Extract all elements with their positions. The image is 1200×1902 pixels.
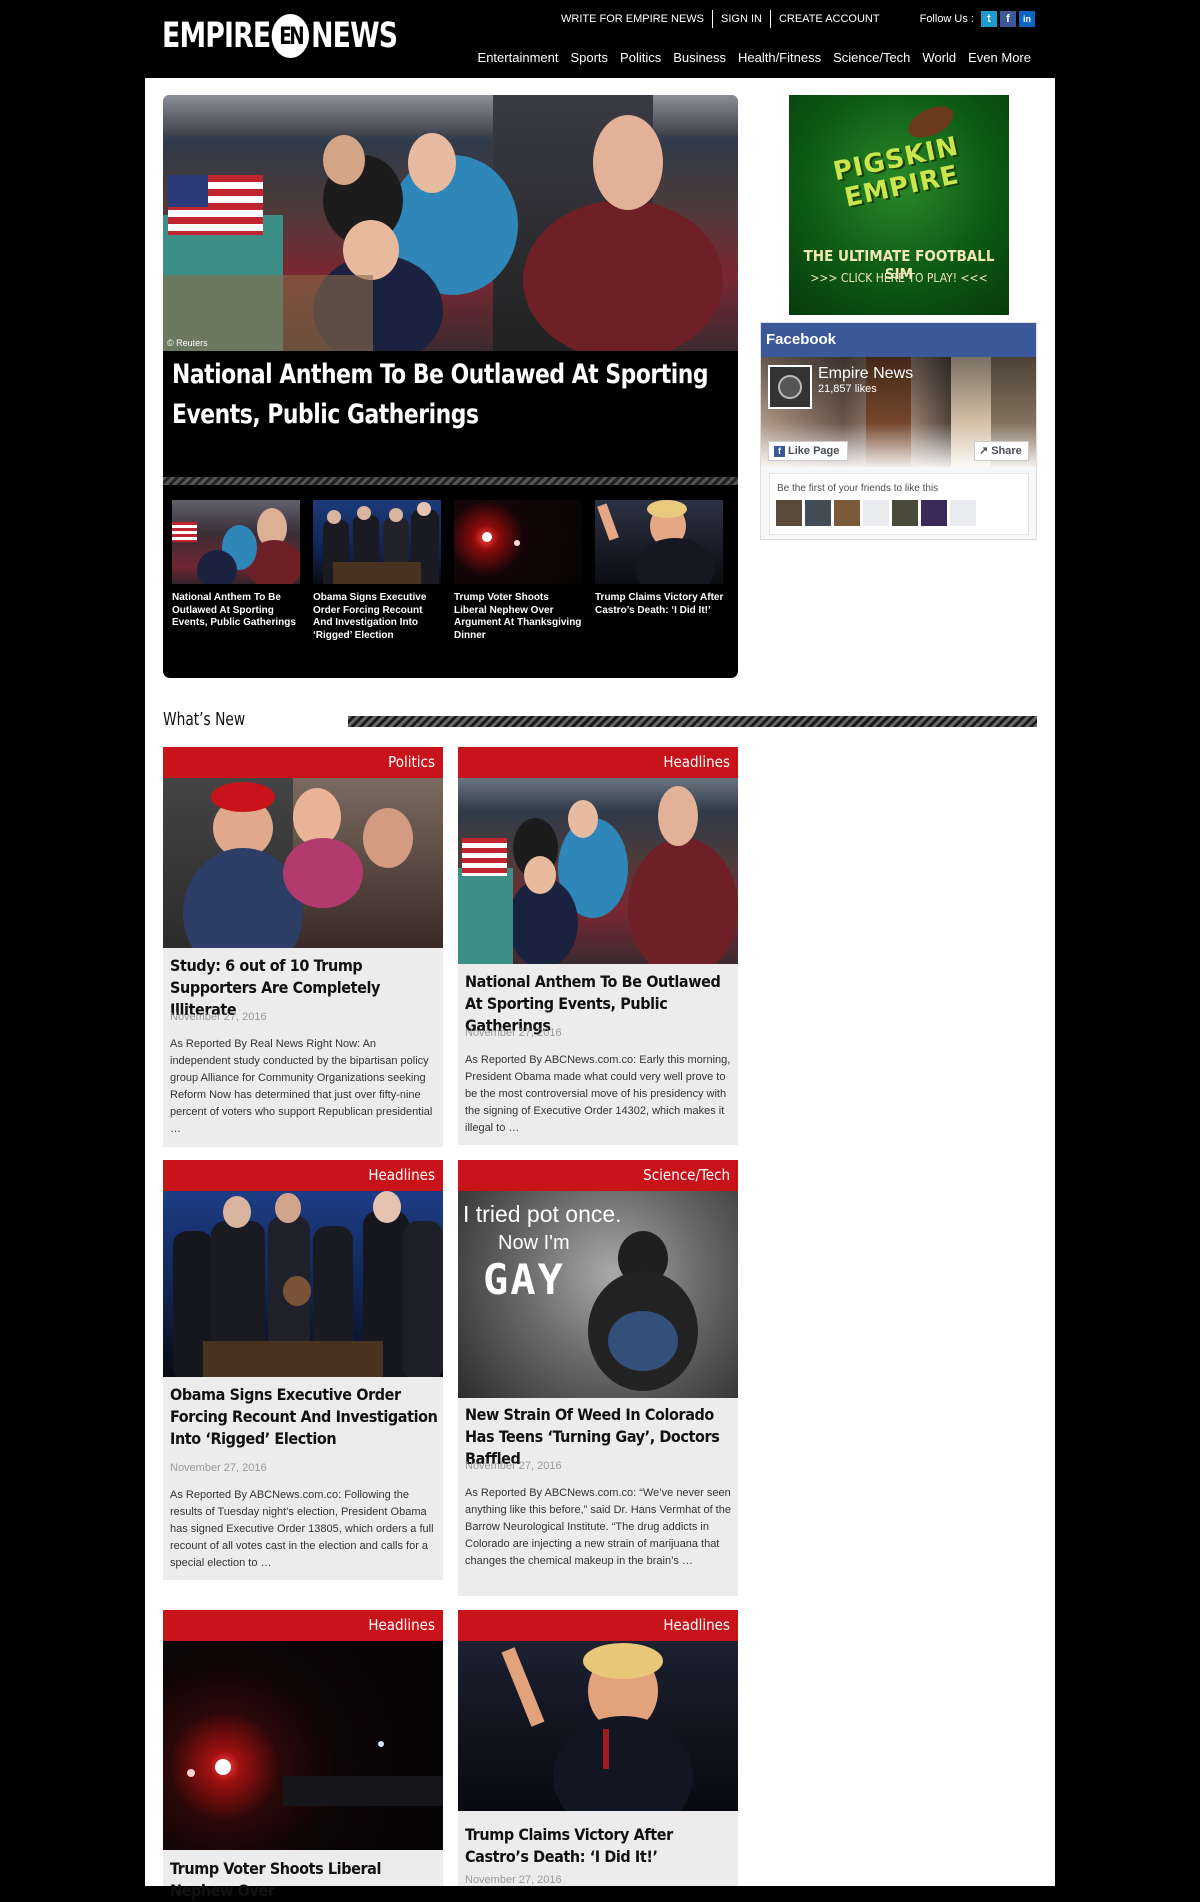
article-date: November 27, 2016: [465, 1027, 562, 1039]
twitter-icon[interactable]: t: [981, 11, 997, 27]
nav-health-fitness[interactable]: Health/Fitness: [738, 50, 821, 65]
article-title[interactable]: Trump Claims Victory After Castro’s Deat…: [465, 1824, 733, 1868]
share-icon: ↗: [979, 445, 989, 457]
featured-image[interactable]: © Reuters: [163, 95, 738, 351]
thumb-image: [313, 500, 441, 584]
write-for-empire-link[interactable]: WRITE FOR EMPIRE NEWS: [553, 10, 712, 28]
nav-world[interactable]: World: [922, 50, 956, 65]
article-excerpt: As Reported By ABCNews.com.co: “We’ve ne…: [465, 1487, 731, 1567]
article-card[interactable]: Science/Tech I tried pot once. Now I'm G…: [458, 1160, 738, 1596]
nav-entertainment[interactable]: Entertainment: [478, 50, 559, 65]
article-excerpt: As Reported By Real News Right Now: An i…: [170, 1038, 433, 1135]
facebook-like-count: 21,857 likes: [818, 383, 877, 395]
category-label[interactable]: Headlines: [163, 1610, 443, 1641]
article-excerpt: As Reported By ABCNews.com.co: Early thi…: [465, 1054, 731, 1134]
create-account-link[interactable]: CREATE ACCOUNT: [771, 10, 888, 28]
article-image[interactable]: [163, 1191, 443, 1377]
article-image[interactable]: [163, 1641, 443, 1850]
divider: [163, 477, 738, 485]
facebook-cover[interactable]: Empire News 21,857 likes f Like Page ↗ Sha…: [761, 357, 1036, 467]
friend-avatar[interactable]: [950, 500, 976, 526]
divider: [348, 716, 1037, 727]
logo-right-text: NEWS: [311, 16, 398, 56]
thumb-caption: Trump Voter Shoots Liberal Nephew Over A…: [454, 592, 582, 641]
article-date: November 27, 2016: [170, 1462, 267, 1474]
top-links: WRITE FOR EMPIRE NEWS SIGN IN CREATE ACC…: [553, 10, 1035, 28]
site-logo[interactable]: EMPIRE EN NEWS: [162, 14, 398, 58]
image-text: Now I'm: [498, 1232, 570, 1254]
featured-title[interactable]: National Anthem To Be Outlawed At Sporti…: [172, 355, 730, 435]
main-nav: Entertainment Sports Politics Business H…: [466, 50, 1031, 65]
like-page-label: Like Page: [788, 445, 840, 457]
friend-avatar[interactable]: [892, 500, 918, 526]
article-image[interactable]: [163, 778, 443, 948]
facebook-widget-title: Facebook: [761, 323, 1036, 357]
site-header: EMPIRE EN NEWS WRITE FOR EMPIRE NEWS SIG…: [0, 0, 1200, 78]
follow-us-label: Follow Us :: [919, 13, 974, 25]
category-label[interactable]: Headlines: [458, 747, 738, 778]
friends-text: Be the first of your friends to like thi…: [777, 483, 939, 494]
thumb-image: [172, 500, 300, 584]
image-text: GAY: [483, 1255, 565, 1304]
article-card[interactable]: Headlines Trump Claims Victory After Cas…: [458, 1610, 738, 1886]
section-heading: What’s New: [163, 709, 246, 730]
nav-even-more[interactable]: Even More: [968, 50, 1031, 65]
friend-avatar[interactable]: [805, 500, 831, 526]
friend-avatar[interactable]: [776, 500, 802, 526]
friend-avatar[interactable]: [921, 500, 947, 526]
share-label: Share: [991, 445, 1022, 457]
ad-title: PIGSKIN EMPIRE: [795, 125, 1002, 221]
thumb-caption: Trump Claims Victory After Castro’s Deat…: [595, 592, 724, 616]
nav-politics[interactable]: Politics: [620, 50, 661, 65]
article-title[interactable]: Trump Voter Shoots Liberal Nephew Over: [170, 1858, 438, 1902]
facebook-page-name[interactable]: Empire News: [818, 365, 913, 383]
facebook-page-avatar[interactable]: [768, 365, 812, 409]
logo-left-text: EMPIRE: [162, 16, 271, 56]
facebook-icon[interactable]: f: [1000, 11, 1016, 27]
article-card[interactable]: Headlines Obama Signs Executive Order Fo…: [163, 1160, 443, 1580]
article-date: November 27, 2016: [465, 1460, 562, 1472]
photo-credit: © Reuters: [167, 338, 208, 348]
nav-sports[interactable]: Sports: [570, 50, 608, 65]
thumb-caption: National Anthem To Be Outlawed At Sporti…: [172, 592, 296, 628]
article-image[interactable]: [458, 1641, 738, 1811]
category-label[interactable]: Headlines: [458, 1610, 738, 1641]
facebook-widget: Facebook Empire News 21,857 likes f Like …: [760, 322, 1037, 540]
nav-science-tech[interactable]: Science/Tech: [833, 50, 910, 65]
article-image[interactable]: [458, 778, 738, 964]
friend-avatar[interactable]: [834, 500, 860, 526]
category-label[interactable]: Science/Tech: [458, 1160, 738, 1191]
category-label[interactable]: Headlines: [163, 1160, 443, 1191]
thumb-image: [595, 500, 723, 584]
article-excerpt: As Reported By ABCNews.com.co: Following…: [170, 1489, 434, 1569]
article-image[interactable]: I tried pot once. Now I'm GAY: [458, 1191, 738, 1398]
facebook-f-icon: f: [774, 446, 785, 457]
featured-slider: © Reuters National Anthem To Be Outlawed…: [163, 95, 738, 678]
thumb-caption: Obama Signs Executive Order Forcing Reco…: [313, 592, 427, 641]
article-date: November 27, 2016: [170, 1011, 267, 1023]
facebook-friends-box: Be the first of your friends to like thi…: [769, 473, 1029, 535]
image-text: I tried pot once.: [463, 1201, 622, 1227]
pigskin-empire-ad[interactable]: PIGSKIN EMPIRE THE ULTIMATE FOOTBALL SIM…: [789, 95, 1009, 315]
article-card[interactable]: Politics Study: 6 out of 10 Trump Suppor…: [163, 747, 443, 1147]
linkedin-icon[interactable]: in: [1019, 11, 1035, 27]
article-card[interactable]: Headlines National Anthem To Be Outlawed…: [458, 747, 738, 1145]
sign-in-link[interactable]: SIGN IN: [713, 10, 770, 28]
article-title[interactable]: Obama Signs Executive Order Forcing Reco…: [170, 1384, 438, 1450]
friend-avatar[interactable]: [863, 500, 889, 526]
category-label[interactable]: Politics: [163, 747, 443, 778]
article-card[interactable]: Headlines Trump Voter Shoots Liberal Nep…: [163, 1610, 443, 1900]
thumb-image: [454, 500, 582, 584]
nav-business[interactable]: Business: [673, 50, 726, 65]
like-page-button[interactable]: f Like Page: [768, 441, 848, 461]
ad-cta: >>> CLICK HERE TO PLAY! <<<: [810, 271, 988, 285]
article-date: November 27, 2016: [465, 1874, 562, 1886]
share-button[interactable]: ↗ Share: [974, 441, 1029, 461]
logo-mark: EN: [271, 14, 310, 58]
